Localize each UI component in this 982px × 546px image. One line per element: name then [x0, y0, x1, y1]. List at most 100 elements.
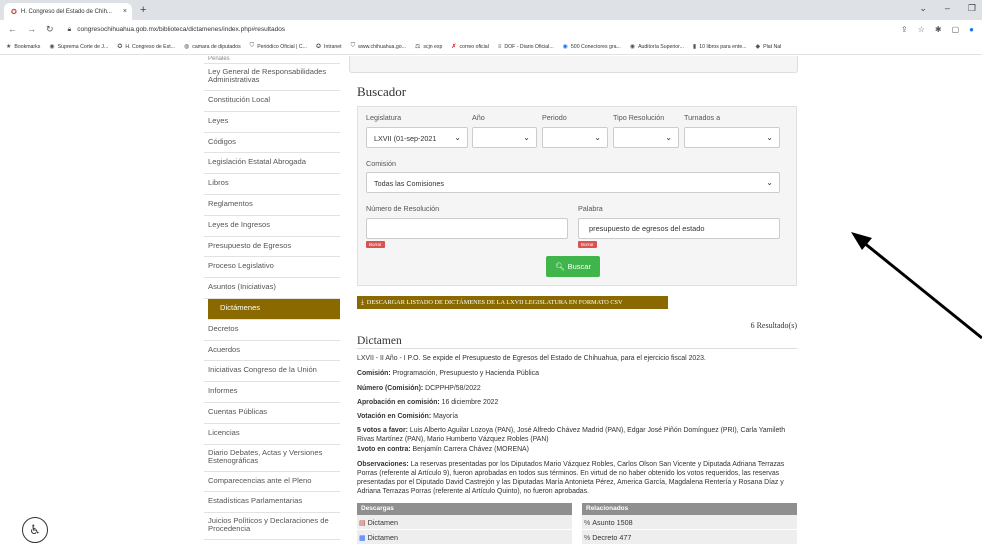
descargas-header: Descargas — [357, 503, 572, 515]
pdf-icon: ▤ — [359, 520, 366, 527]
turnados-select[interactable]: ⌄ — [684, 127, 780, 148]
tab-close-button[interactable]: × — [123, 8, 127, 15]
sidebar-item-libros[interactable]: Libros — [204, 174, 340, 195]
bookmark-item[interactable]: ◍ camara de diputados — [184, 43, 241, 51]
chevron-down-icon: ⌄ — [594, 133, 601, 142]
bookmark-item[interactable]: ⛉ www.chihuahua.go... — [351, 43, 406, 50]
bookmark-item[interactable]: ◆ Plat Nal — [756, 43, 782, 51]
sidepanel-icon[interactable]: ▢ — [952, 25, 960, 34]
palabra-input[interactable]: presupuesto de egresos del estado — [578, 218, 780, 239]
sidebar-item-legislacion-abrogada[interactable]: Legislación Estatal Abrogada — [204, 153, 340, 175]
bookmark-item[interactable]: ▮ 10 libros para ente... — [692, 43, 747, 51]
legislatura-select[interactable]: LXVII (01-sep-2021 ⌄ — [366, 127, 468, 148]
window-controls: ⌄ – ❐ — [919, 3, 976, 14]
turnados-label: Turnados a — [684, 113, 721, 122]
dictamen-pdf-link[interactable]: ▤ Dictamen — [357, 515, 572, 530]
sidebar-item-estadisticas[interactable]: Estadísticas Parlamentarias — [204, 492, 340, 514]
sidebar-item-iniciativas-union[interactable]: Iniciativas Congreso de la Unión — [204, 361, 340, 383]
back-icon[interactable]: ← — [8, 24, 17, 35]
numero-resolucion-input[interactable] — [366, 218, 568, 239]
book-icon: ▮ — [692, 44, 697, 50]
dictamen-votacion: Votación en Comisión: Mayoría — [357, 413, 458, 420]
dictamen-comision: Comisión: Programación, Presupuesto y Ha… — [357, 370, 539, 377]
table-row: ▤ Dictamen % Asunto 1508 — [357, 515, 797, 530]
browser-tab[interactable]: ✪ H. Congreso del Estado de Chih... × — [4, 3, 132, 20]
dictamen-title: Dictamen — [357, 335, 402, 347]
borrar-palabra-button[interactable]: Borrar — [578, 241, 597, 248]
anio-select[interactable]: ⌄ — [472, 127, 537, 148]
decreto-link[interactable]: % Decreto 477 — [582, 530, 797, 545]
dictamen-description: LXVII - II Año - I P.O. Se expide el Pre… — [357, 355, 706, 362]
bookmark-item[interactable]: ⛉ Periódico Oficial | C... — [250, 43, 307, 50]
sidebar-item-informes[interactable]: Informes — [204, 382, 340, 403]
bookmark-item[interactable]: ◉ Suprema Corte de J... — [49, 43, 108, 51]
chevron-down-icon: ⌄ — [523, 133, 530, 142]
bookmark-item[interactable]: ◉ Auditoría Superior... — [630, 43, 684, 51]
sidebar-item-licencias[interactable]: Licencias — [204, 424, 340, 445]
asunto-link[interactable]: % Asunto 1508 — [582, 515, 797, 530]
share-icon[interactable]: ⇪ — [901, 25, 908, 34]
bookmark-item[interactable]: ★ Bookmarks — [6, 43, 40, 51]
dof-icon: ≡ — [497, 43, 502, 50]
relacionados-header: Relacionados — [582, 503, 797, 515]
sidebar-item-comparecencias[interactable]: Comparecencias ante el Pleno — [204, 472, 340, 493]
sidebar-item-acuerdos[interactable]: Acuerdos — [204, 341, 340, 362]
tab-search-icon[interactable]: ⌄ — [919, 3, 927, 14]
sidebar-item-leyes-ingresos[interactable]: Leyes de Ingresos — [204, 216, 340, 237]
chevron-down-icon: ⌄ — [665, 133, 672, 142]
sidebar-item-presupuesto[interactable]: Presupuesto de Egresos — [204, 237, 340, 258]
chevron-down-icon: ⌄ — [766, 133, 773, 142]
sidebar-item-juicios[interactable]: Juicios Políticos y Declaraciones de Pro… — [204, 513, 340, 541]
chevron-down-icon: ⌄ — [454, 133, 461, 142]
comision-select[interactable]: Todas las Comisiones ⌄ — [366, 172, 780, 193]
address-bar: ← → ↻ 🔒︎ congresochihuahua.gob.mx/biblio… — [0, 20, 982, 39]
shield-icon: ⛉ — [350, 43, 356, 49]
browser-tabbar: ✪ H. Congreso del Estado de Chih... × + … — [0, 0, 982, 20]
sidebar-item-leyes[interactable]: Leyes — [204, 112, 340, 133]
sidebar-item-cuentas[interactable]: Cuentas Públicas — [204, 403, 340, 424]
new-tab-button[interactable]: + — [140, 4, 146, 16]
download-csv-button[interactable]: ⤓ DESCARGAR LISTADO DE DICTÁMENES DE LA … — [357, 296, 668, 309]
sidebar-item-proceso[interactable]: Proceso Legislativo — [204, 257, 340, 279]
url-field[interactable]: congresochihuahua.gob.mx/biblioteca/dict… — [77, 26, 285, 33]
star-icon[interactable]: ☆ — [918, 25, 925, 34]
buscar-button[interactable]: 🔍︎ Buscar — [546, 256, 600, 277]
congreso-favicon-icon: ✪ — [117, 44, 123, 50]
dictamen-votos-contra: 1voto en contra: Benjamín Carrera Chávez… — [357, 446, 529, 453]
chevron-down-icon: ⌄ — [766, 178, 773, 187]
bookmark-item[interactable]: ✪ Intranet — [315, 43, 342, 51]
sidebar-item-reglamentos[interactable]: Reglamentos — [204, 195, 340, 216]
reload-icon[interactable]: ↻ — [46, 24, 54, 35]
profile-icon[interactable]: ● — [969, 25, 974, 34]
dictamen-doc-link[interactable]: ▦ Dictamen — [357, 530, 572, 545]
tipo-resolucion-select[interactable]: ⌄ — [613, 127, 679, 148]
lock-icon[interactable]: 🔒︎ — [68, 26, 72, 34]
sidebar-item-codigos[interactable]: Códigos — [204, 133, 340, 154]
globe-icon: ◉ — [49, 44, 55, 50]
bookmark-item[interactable]: ✗ correo oficial — [451, 43, 488, 51]
sidebar-item-dictamenes[interactable]: Dictámenes — [208, 298, 340, 320]
sidebar-item-diario-debates[interactable]: Diario Debates, Actas y Versiones Esteno… — [204, 445, 340, 472]
numero-resolucion-label: Número de Resolución — [366, 204, 440, 213]
accessibility-icon[interactable]: ♿︎ — [22, 517, 48, 543]
sidebar-item-penales[interactable]: Penales — [204, 56, 340, 64]
congreso-favicon-icon: ✪ — [315, 44, 321, 50]
bookmark-item[interactable]: ✪ H. Congreso de Est... — [117, 43, 175, 51]
periodo-select[interactable]: ⌄ — [542, 127, 608, 148]
word-icon: ▦ — [359, 535, 366, 542]
extensions-icon[interactable]: ✱ — [935, 25, 942, 34]
sidebar-item-decretos[interactable]: Decretos — [204, 320, 340, 341]
bookmark-item[interactable]: ≡ DOF - Diario Oficial... — [498, 44, 554, 50]
sidebar-item-constitucion[interactable]: Constitución Local — [204, 91, 340, 112]
bookmark-item[interactable]: ◉ 500 Conectores gra... — [563, 43, 621, 51]
sidebar-item-asuntos[interactable]: Asuntos (Iniciativas) — [204, 278, 340, 299]
link-icon: % — [584, 535, 591, 542]
bookmark-item[interactable]: ⚖ scjn exp — [415, 43, 442, 51]
dictamen-table: Descargas Relacionados ▤ Dictamen % Asunto… — [357, 503, 797, 545]
minimize-icon[interactable]: – — [945, 3, 950, 14]
restore-icon[interactable]: ❐ — [968, 3, 976, 14]
forward-icon[interactable]: → — [27, 24, 36, 35]
sidebar-item-ley-general[interactable]: Ley General de Responsabilidades Adminis… — [204, 64, 340, 91]
tab-title: H. Congreso del Estado de Chih... — [20, 8, 112, 15]
borrar-numero-button[interactable]: Borrar — [366, 241, 385, 248]
